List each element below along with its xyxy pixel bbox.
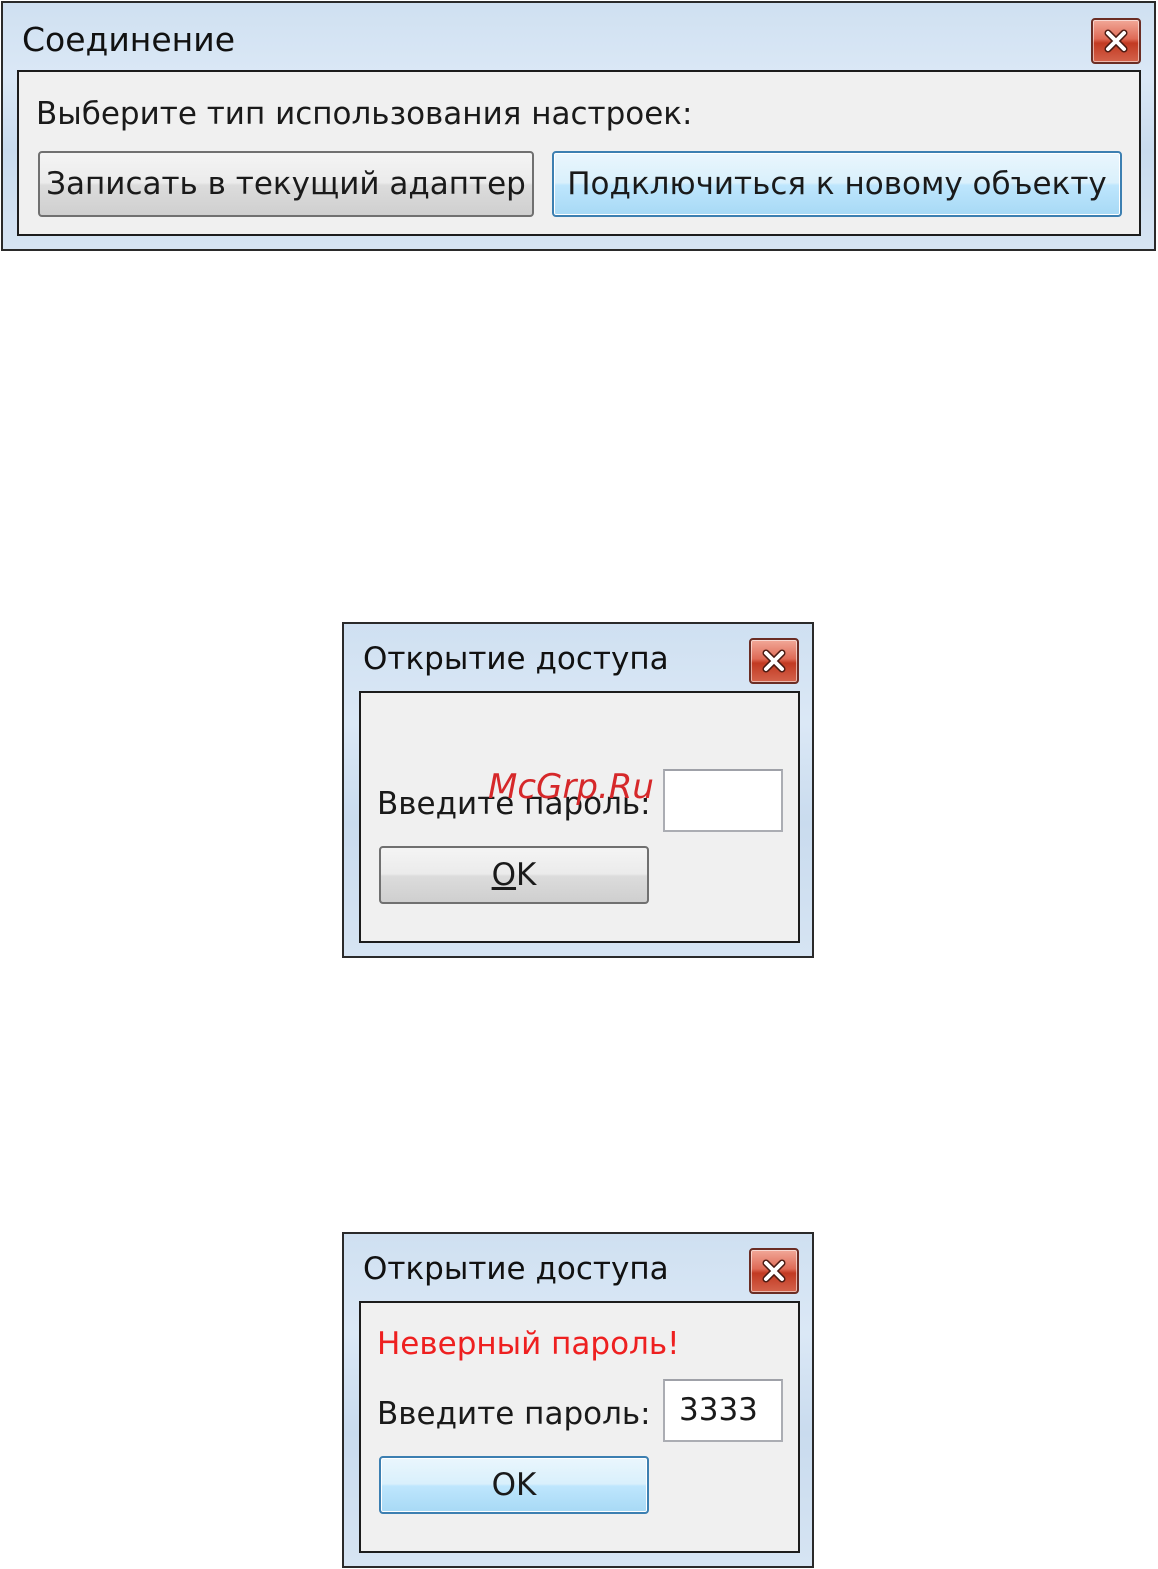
watermark: McGrp.Ru bbox=[488, 767, 654, 807]
ok-button[interactable]: OK bbox=[379, 846, 649, 904]
ok-mnemonic: O bbox=[491, 856, 517, 893]
close-button[interactable] bbox=[749, 1248, 799, 1294]
password-input[interactable] bbox=[663, 769, 783, 832]
close-button[interactable] bbox=[749, 638, 799, 684]
connect-new-object-button[interactable]: Подключиться к новому объекту bbox=[552, 151, 1122, 217]
window-title: Открытие доступа bbox=[363, 1251, 669, 1287]
close-icon bbox=[1104, 29, 1128, 53]
access-dialog: Открытие доступа Введите пароль: OK McGr… bbox=[342, 622, 814, 958]
dialog-client-area: Выберите тип использования настроек: Зап… bbox=[17, 70, 1141, 236]
close-button[interactable] bbox=[1091, 18, 1141, 64]
ok-button[interactable]: OK bbox=[379, 1456, 649, 1514]
window-title: Соединение bbox=[22, 20, 236, 59]
dialog-client-area: Неверный пароль! Введите пароль: 3333 OK bbox=[359, 1301, 800, 1553]
access-dialog-error: Открытие доступа Неверный пароль! Введит… bbox=[342, 1232, 814, 1568]
title-bar[interactable]: Открытие доступа bbox=[344, 1234, 812, 1300]
error-message: Неверный пароль! bbox=[377, 1326, 680, 1362]
connection-dialog: Соединение Выберите тип использования на… bbox=[1, 1, 1156, 251]
window-title: Открытие доступа bbox=[363, 641, 669, 677]
write-to-adapter-button[interactable]: Записать в текущий адаптер bbox=[38, 151, 534, 217]
close-icon bbox=[762, 649, 786, 673]
password-input[interactable]: 3333 bbox=[663, 1379, 783, 1442]
ok-label-rest: K bbox=[516, 856, 537, 893]
close-icon bbox=[762, 1259, 786, 1283]
prompt-label: Выберите тип использования настроек: bbox=[36, 96, 693, 132]
dialog-client-area: Введите пароль: OK bbox=[359, 691, 800, 943]
password-label: Введите пароль: bbox=[377, 1396, 651, 1432]
title-bar[interactable]: Соединение bbox=[3, 3, 1154, 69]
title-bar[interactable]: Открытие доступа bbox=[344, 624, 812, 690]
